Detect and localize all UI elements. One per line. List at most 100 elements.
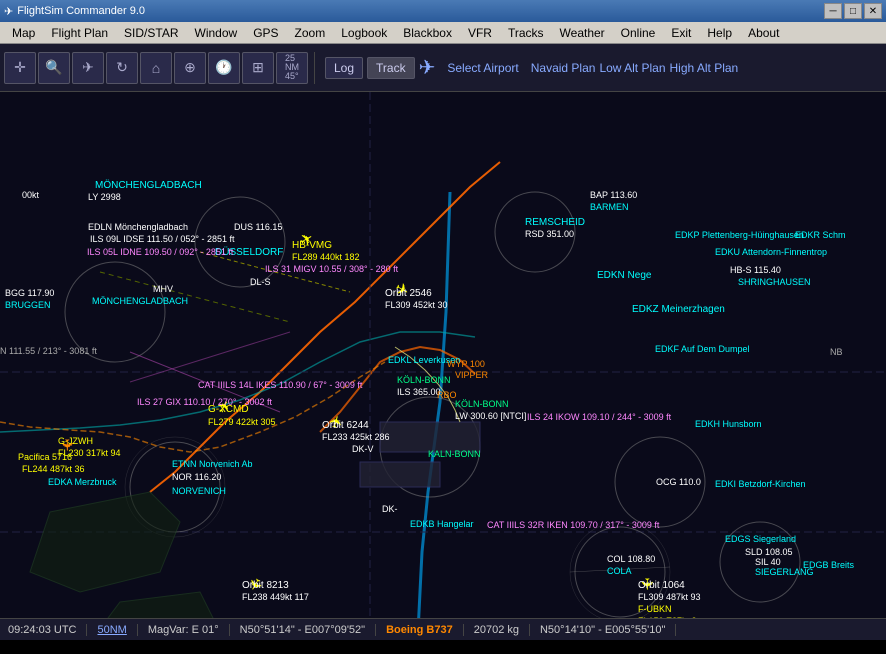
- magvar-value: MagVar: E 01°: [148, 624, 219, 636]
- map-area[interactable]: 61 58 ✈ ✈ ✈ ✈ ✈ ✈ ✈ MÖNCHENGLADBACH LY 2…: [0, 92, 886, 618]
- label-hbvmg: HB-VMG: [292, 240, 332, 251]
- map-svg: [0, 92, 886, 618]
- status-coords1: N50°51'14" - E007°09'52": [230, 624, 376, 636]
- label-edka: EDKA Merzbruck: [48, 477, 117, 487]
- title-bar-controls: ─ □ ✕: [824, 3, 882, 19]
- nav-plan-buttons: Navaid Plan Low Alt Plan High Alt Plan: [531, 61, 738, 75]
- app-icon: ✈: [4, 5, 13, 18]
- label-cat-iiils-14l: CAT IIILS 14L IKES 110.90 / 67° - 3009 f…: [198, 380, 362, 390]
- aircraft-value: Boeing B737: [386, 624, 453, 636]
- maximize-button[interactable]: □: [844, 3, 862, 19]
- label-bruggen: BRUGGEN: [5, 300, 51, 310]
- menu-vfr[interactable]: VFR: [460, 24, 500, 42]
- label-moenchengladbach2: MÖNCHENGLADBACH: [92, 296, 188, 306]
- label-ocg: OCG 110.0: [656, 477, 701, 487]
- label-rsd: RSD 351.00: [525, 229, 574, 239]
- label-edkb: EDKB Hangelar: [410, 519, 474, 529]
- menu-bar: Map Flight Plan SID/STAR Window GPS Zoom…: [0, 22, 886, 44]
- tool-clock[interactable]: 🕐: [208, 52, 240, 84]
- label-shringhausen: SHRINGHAUSEN: [738, 277, 811, 287]
- distance-value[interactable]: 50NM: [97, 624, 126, 636]
- status-coords2: N50°14'10" - E005°55'10": [530, 624, 676, 636]
- menu-sid-star[interactable]: SID/STAR: [116, 24, 186, 42]
- label-remscheid: REMSCHEID: [525, 217, 585, 228]
- high-alt-plan-button[interactable]: High Alt Plan: [670, 61, 739, 75]
- low-alt-plan-button[interactable]: Low Alt Plan: [599, 61, 665, 75]
- label-edkh: EDKH Hunsborn: [695, 419, 762, 429]
- minimize-button[interactable]: ─: [824, 3, 842, 19]
- label-orbit8213-data: FL238 449kt 117: [242, 592, 309, 602]
- aircraft-hbvmg: ✈: [296, 228, 318, 252]
- menu-online[interactable]: Online: [613, 24, 664, 42]
- label-ils24: ILS 24 IKOW 109.10 / 244° - 3009 ft: [527, 412, 671, 422]
- label-mhv: MHV: [153, 284, 173, 294]
- label-edkr: EDKR Schm: [795, 230, 846, 240]
- tool-rotate[interactable]: ↻: [106, 52, 138, 84]
- label-hbs: HB-S 115.40: [730, 265, 781, 275]
- coords2-value: N50°14'10" - E005°55'10": [540, 624, 665, 636]
- track-button[interactable]: Track: [367, 57, 415, 79]
- status-time: 09:24:03 UTC: [8, 624, 87, 636]
- menu-flight-plan[interactable]: Flight Plan: [43, 24, 116, 42]
- status-distance[interactable]: 50NM: [87, 624, 137, 636]
- status-aircraft: Boeing B737: [376, 624, 464, 636]
- label-edkl: EDKL Leverkusen: [388, 355, 460, 365]
- log-button[interactable]: Log: [325, 57, 363, 79]
- title-bar-left: ✈ FlightSim Commander 9.0: [4, 5, 145, 18]
- aircraft-orbit6244: ✈: [325, 413, 348, 431]
- label-edkn: EDKN Nege: [597, 270, 651, 281]
- aircraft-orbit1064: ✈: [637, 577, 657, 590]
- label-orbit2546-data: FL309 452kt 30: [385, 300, 448, 310]
- close-button[interactable]: ✕: [864, 3, 882, 19]
- label-ils31: ILS 31 MIGV 10.55 / 308° - 280 ft: [265, 264, 398, 274]
- menu-map[interactable]: Map: [4, 24, 43, 42]
- label-moenchengladbach: MÖNCHENGLADBACH: [95, 180, 202, 191]
- label-edkf: EDKF Auf Dem Dumpel: [655, 344, 750, 354]
- status-weight: 20702 kg: [464, 624, 530, 636]
- label-koln-bonn: KÖLN-BONN: [397, 375, 451, 385]
- menu-exit[interactable]: Exit: [663, 24, 699, 42]
- label-gxcmd-data: FL279 422kt 305: [208, 417, 276, 427]
- label-orbit1064: Orbit 1064: [638, 580, 685, 591]
- status-bar: 09:24:03 UTC 50NM MagVar: E 01° N50°51'1…: [0, 618, 886, 640]
- toolbar-separator-1: [314, 52, 315, 84]
- tool-grid[interactable]: ⊞: [242, 52, 274, 84]
- menu-help[interactable]: Help: [699, 24, 740, 42]
- menu-logbook[interactable]: Logbook: [333, 24, 395, 42]
- label-etnn: ETNN Norvenich Ab: [172, 459, 253, 469]
- tool-zoom-in[interactable]: 🔍: [38, 52, 70, 84]
- tool-plane[interactable]: ✈: [72, 52, 104, 84]
- label-dk: DK-: [382, 504, 398, 514]
- label-dls: DL-S: [250, 277, 271, 287]
- menu-about[interactable]: About: [740, 24, 787, 42]
- menu-zoom[interactable]: Zoom: [287, 24, 334, 42]
- weight-value: 20702 kg: [474, 624, 519, 636]
- menu-tracks[interactable]: Tracks: [500, 24, 552, 42]
- menu-blackbox[interactable]: Blackbox: [395, 24, 460, 42]
- label-moenchengladbach-sub: LY 2998: [88, 192, 121, 202]
- tool-compass[interactable]: ⊕: [174, 52, 206, 84]
- coords1-value: N50°51'14" - E007°09'52": [240, 624, 365, 636]
- label-cola: COLA: [607, 566, 632, 576]
- status-magvar: MagVar: E 01°: [138, 624, 230, 636]
- label-fubkn-data: FL150 E37kt 2: [638, 616, 697, 618]
- aircraft-orbit8213: ✈: [243, 573, 267, 595]
- menu-weather[interactable]: Weather: [552, 24, 613, 42]
- label-dusseldorf: DÜSSELDORF: [215, 247, 283, 258]
- tool-cursor[interactable]: ✛: [4, 52, 36, 84]
- label-gxcmd: G-XCMD: [208, 404, 249, 415]
- label-norvenich: NORVENICH: [172, 486, 226, 496]
- menu-gps[interactable]: GPS: [245, 24, 286, 42]
- select-airport-label[interactable]: Select Airport: [447, 61, 518, 75]
- tool-nm[interactable]: 25NM45°: [276, 52, 308, 84]
- plane-icon: ✈: [419, 55, 436, 80]
- menu-window[interactable]: Window: [187, 24, 246, 42]
- label-dkv: DK-V: [352, 444, 374, 454]
- label-dus: DUS 116.15: [234, 222, 282, 232]
- tool-house[interactable]: ⌂: [140, 52, 172, 84]
- label-bap: BAP 113.60: [590, 190, 637, 200]
- title-bar: ✈ FlightSim Commander 9.0 ─ □ ✕: [0, 0, 886, 22]
- navaid-plan-button[interactable]: Navaid Plan: [531, 61, 596, 75]
- label-wyp: WYP 100: [447, 359, 485, 369]
- label-gjzwh: G-JZWH: [58, 436, 93, 446]
